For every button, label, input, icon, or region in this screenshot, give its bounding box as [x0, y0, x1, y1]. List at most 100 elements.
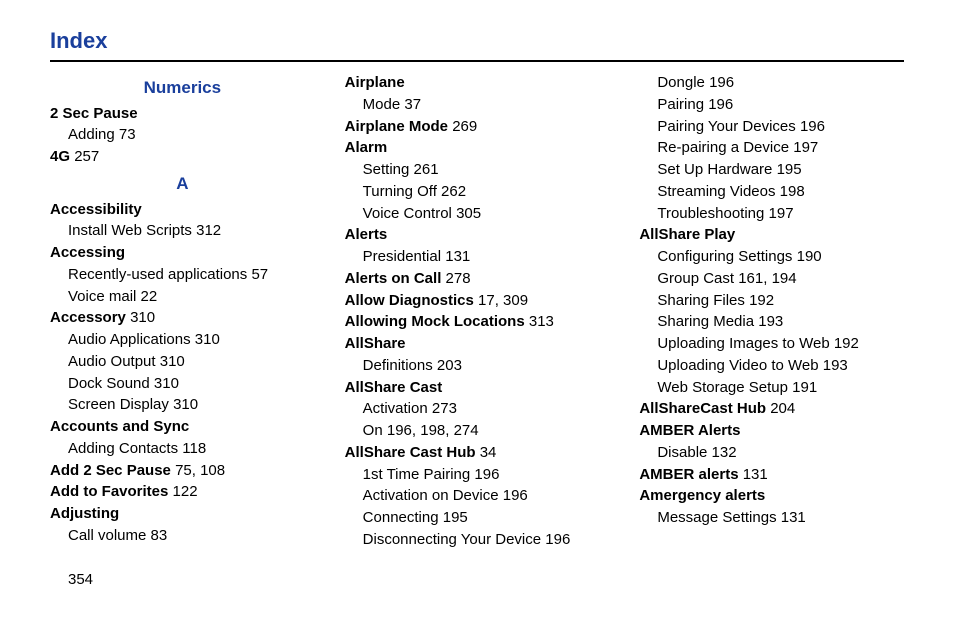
index-page: 34	[480, 444, 497, 461]
index-page: 193	[758, 313, 783, 330]
index-page: 310	[130, 309, 155, 326]
index-subentry: Adding Contacts	[68, 440, 178, 457]
index-page: 310	[160, 353, 185, 370]
index-page: 310	[154, 375, 179, 392]
index-page: 269	[452, 118, 477, 135]
index-subentry: Web Storage Setup	[657, 379, 788, 396]
index-page: 196	[545, 531, 570, 548]
index-term: Airplane	[345, 74, 405, 91]
index-term: Add to Favorites	[50, 483, 168, 500]
index-term: 2 Sec Pause	[50, 105, 138, 122]
index-subentry: Configuring Settings	[657, 248, 792, 265]
index-subentry: Recently-used applications	[68, 266, 247, 283]
index-page: 73	[119, 126, 136, 143]
index-term: AMBER alerts	[639, 466, 738, 483]
index-subentry: Screen Display	[68, 396, 169, 413]
page-title: Index	[50, 28, 904, 54]
index-subentry: Dongle	[657, 74, 705, 91]
section-numerics: Numerics	[50, 76, 315, 101]
index-term: AllShareCast Hub	[639, 400, 766, 417]
index-page: 204	[770, 400, 795, 417]
index-term: Adjusting	[50, 505, 119, 522]
index-subentry: Sharing Media	[657, 313, 754, 330]
index-page: 312	[196, 222, 221, 239]
index-subentry: Activation on Device	[363, 487, 499, 504]
index-page: 203	[437, 357, 462, 374]
index-page: 131	[445, 248, 470, 265]
index-term: AllShare Cast Hub	[345, 444, 476, 461]
index-term: Accounts and Sync	[50, 418, 189, 435]
index-page: 131	[743, 466, 768, 483]
index-subentry: Pairing Your Devices	[657, 118, 795, 135]
index-subentry: Message Settings	[657, 509, 776, 526]
index-column-1: Numerics 2 Sec Pause Adding 73 4G 257 A …	[50, 72, 315, 590]
index-subentry: Install Web Scripts	[68, 222, 192, 239]
index-subentry: Call volume	[68, 527, 146, 544]
index-subentry: Turning Off	[363, 183, 437, 200]
index-page: 192	[834, 335, 859, 352]
index-term: Accessing	[50, 244, 125, 261]
index-subentry: Audio Output	[68, 353, 156, 370]
index-term: Alerts on Call	[345, 270, 442, 287]
index-subentry: Uploading Images to Web	[657, 335, 829, 352]
section-a: A	[50, 172, 315, 197]
index-subentry: Presidential	[363, 248, 441, 265]
index-page: 196	[709, 74, 734, 91]
index-term: AllShare Cast	[345, 379, 443, 396]
horizontal-rule	[50, 60, 904, 62]
index-subentry: 1st Time Pairing	[363, 466, 471, 483]
index-subentry: Group Cast	[657, 270, 734, 287]
index-term: AMBER Alerts	[639, 422, 740, 439]
index-subentry: Dock Sound	[68, 375, 150, 392]
index-term: Airplane Mode	[345, 118, 448, 135]
index-page: 196, 198, 274	[387, 422, 479, 439]
index-term: AllShare	[345, 335, 406, 352]
index-page: 118	[182, 440, 206, 457]
index-term: Alerts	[345, 226, 388, 243]
index-page: 196	[708, 96, 733, 113]
index-page: 278	[446, 270, 471, 287]
index-term: Add 2 Sec Pause	[50, 462, 171, 479]
index-page: 196	[474, 466, 499, 483]
index-subentry: On	[363, 422, 383, 439]
index-column-3: Dongle 196 Pairing 196 Pairing Your Devi…	[639, 72, 904, 590]
index-term: Allowing Mock Locations	[345, 313, 525, 330]
index-page: 273	[432, 400, 457, 417]
index-page: 196	[800, 118, 825, 135]
index-column-2: Airplane Mode 37 Airplane Mode 269 Alarm…	[345, 72, 610, 590]
index-page: 191	[792, 379, 817, 396]
index-page: 75, 108	[175, 462, 225, 479]
index-subentry: Adding	[68, 126, 115, 143]
index-subentry: Definitions	[363, 357, 433, 374]
index-term: AllShare Play	[639, 226, 735, 243]
index-page: 195	[443, 509, 468, 526]
index-subentry: Set Up Hardware	[657, 161, 772, 178]
index-page: 122	[173, 483, 198, 500]
index-subentry: Pairing	[657, 96, 704, 113]
index-subentry: Connecting	[363, 509, 439, 526]
index-page: 198	[780, 183, 805, 200]
index-page: 37	[404, 96, 421, 113]
index-page: 190	[797, 248, 822, 265]
index-subentry: Sharing Files	[657, 292, 745, 309]
index-term: Amergency alerts	[639, 487, 765, 504]
index-subentry: Setting	[363, 161, 410, 178]
index-page: 262	[441, 183, 466, 200]
index-subentry: Activation	[363, 400, 428, 417]
index-subentry: Uploading Video to Web	[657, 357, 818, 374]
index-columns: Numerics 2 Sec Pause Adding 73 4G 257 A …	[50, 72, 904, 590]
index-page: 196	[503, 487, 528, 504]
index-page: 132	[712, 444, 737, 461]
index-subentry: Audio Applications	[68, 331, 191, 348]
index-page: 197	[769, 205, 794, 222]
index-page: 313	[529, 313, 554, 330]
index-page: 305	[456, 205, 481, 222]
index-page: 192	[749, 292, 774, 309]
index-term: 4G	[50, 148, 70, 165]
index-page: 310	[195, 331, 220, 348]
index-subentry: Re-pairing a Device	[657, 139, 789, 156]
index-page: 161, 194	[738, 270, 796, 287]
index-term: Accessory	[50, 309, 126, 326]
index-subentry: Mode	[363, 96, 401, 113]
index-page: 22	[141, 288, 158, 305]
